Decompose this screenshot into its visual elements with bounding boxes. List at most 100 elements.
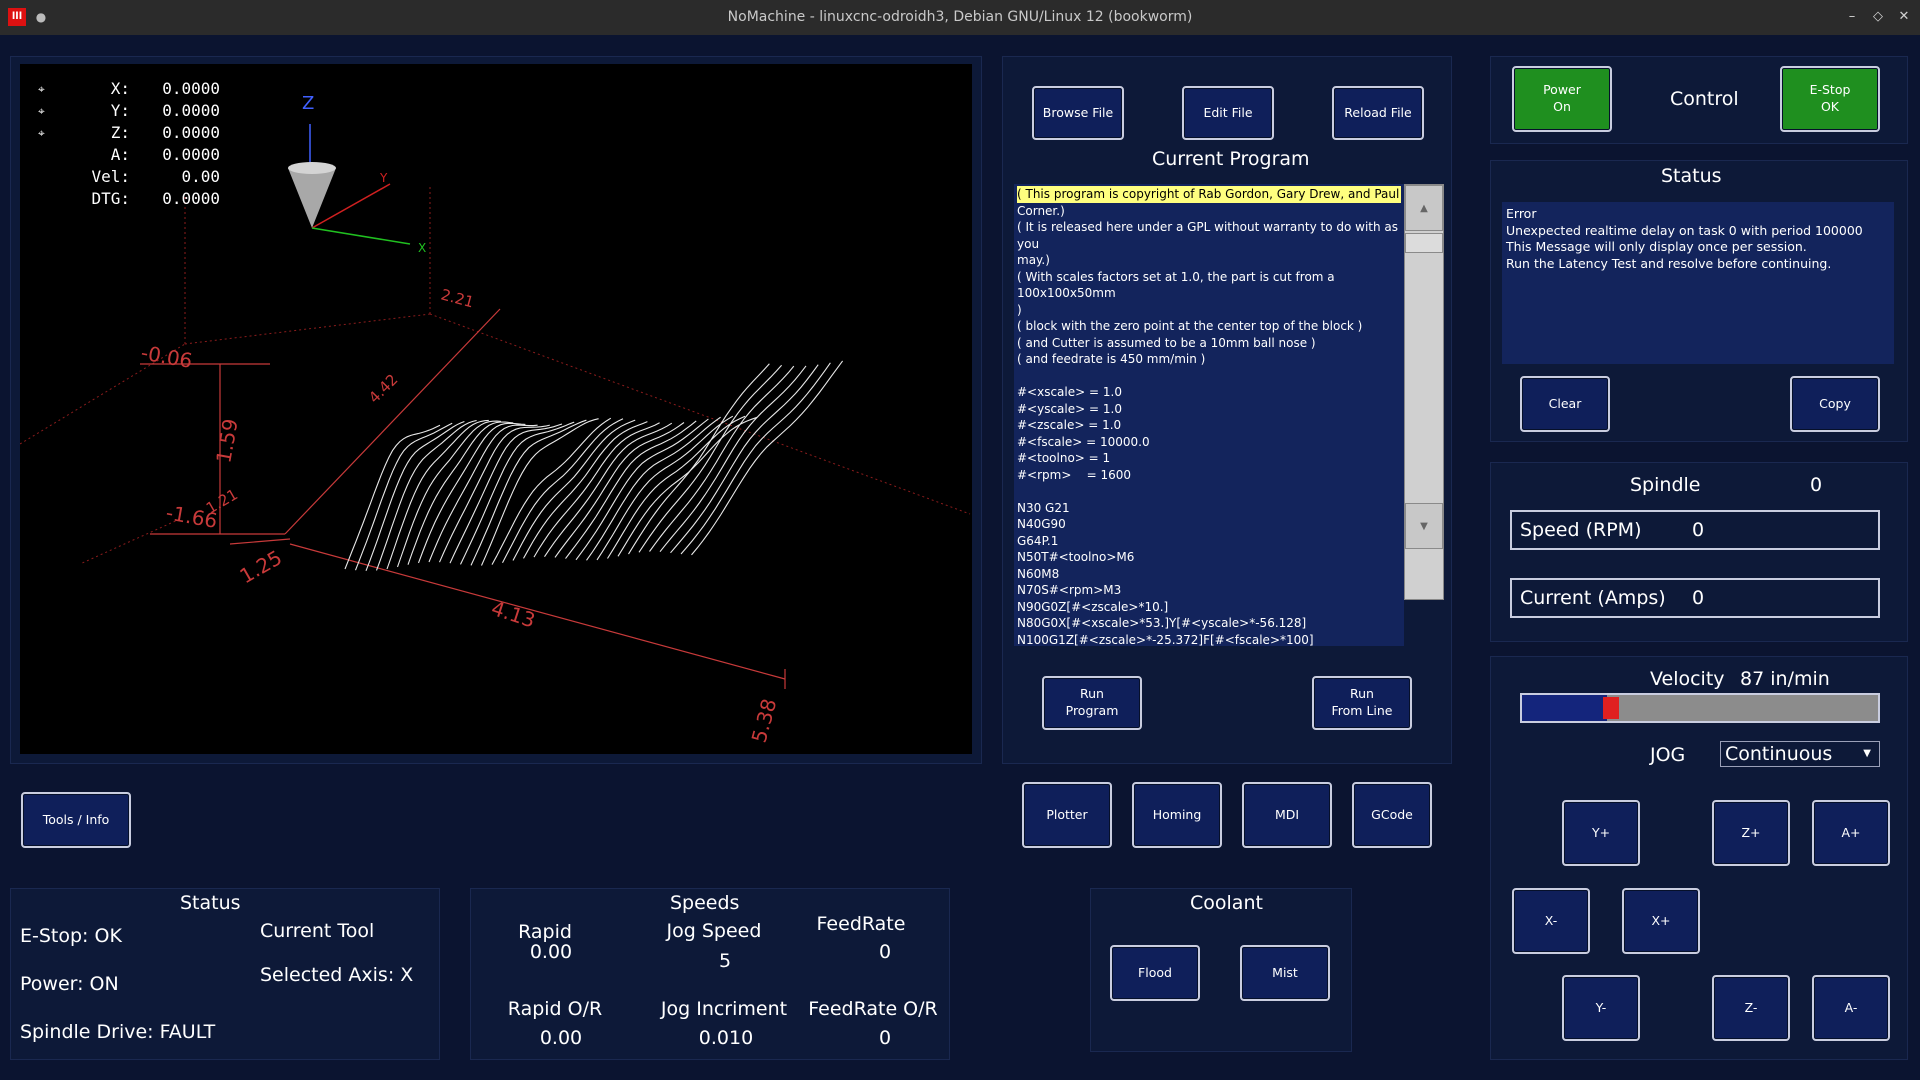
dro-row: DTG: 0.0000: [38, 188, 220, 210]
gcode-line[interactable]: #<toolno> = 1: [1017, 450, 1401, 467]
edit-file-button[interactable]: Edit File: [1182, 86, 1274, 140]
feedrate-label: FeedRate: [816, 913, 906, 935]
current-tool-label: Current Tool: [260, 920, 375, 942]
power-on-button[interactable]: Power On: [1512, 66, 1612, 132]
spindle-speed-field: Speed (RPM) 0: [1510, 510, 1880, 550]
gcode-scrollbar[interactable]: ▲ ▼: [1404, 184, 1444, 600]
velocity-slider[interactable]: [1520, 693, 1880, 723]
gcode-line[interactable]: ): [1017, 302, 1401, 319]
gcode-line[interactable]: G64P.1: [1017, 533, 1401, 550]
dim-label: -0.06: [139, 340, 194, 373]
copy-button[interactable]: Copy: [1790, 376, 1880, 432]
gcode-line[interactable]: ( block with the zero point at the cente…: [1017, 318, 1401, 335]
dro-row: A: 0.0000: [38, 144, 220, 166]
gcode-line[interactable]: ( and Cutter is assumed to be a 10mm bal…: [1017, 335, 1401, 352]
rapid-or-value: 0.00: [539, 1027, 583, 1049]
gcode-line[interactable]: N50T#<toolno>M6: [1017, 549, 1401, 566]
gcode-line[interactable]: [1017, 483, 1401, 500]
window-title: NoMachine - linuxcnc-odroidh3, Debian GN…: [727, 9, 1193, 25]
gcode-line[interactable]: N60M8: [1017, 566, 1401, 583]
dro-axis-label: X:: [110, 79, 130, 98]
clear-button[interactable]: Clear: [1520, 376, 1610, 432]
scroll-down-icon[interactable]: ▼: [1405, 503, 1443, 549]
maximize-icon[interactable]: ◇: [1868, 7, 1888, 27]
spindle-title: Spindle: [1630, 474, 1701, 496]
jog-zminus-button[interactable]: Z-: [1712, 975, 1790, 1041]
scroll-thumb[interactable]: [1405, 233, 1443, 253]
gcode-line[interactable]: ( This program is copyright of Rab Gordo…: [1017, 186, 1401, 203]
dro-axis-label: Vel:: [91, 167, 130, 186]
browse-file-button[interactable]: Browse File: [1032, 86, 1124, 140]
estop-ok-button[interactable]: E-Stop OK: [1780, 66, 1880, 132]
toolpath-pass: [502, 418, 624, 563]
gcode-line[interactable]: may.): [1017, 252, 1401, 269]
power-status: Power: ON: [20, 973, 119, 995]
flood-button[interactable]: Flood: [1110, 945, 1200, 1001]
gcode-line[interactable]: [1017, 368, 1401, 385]
minimize-icon[interactable]: –: [1842, 7, 1862, 27]
tab-mdi[interactable]: MDI: [1242, 782, 1332, 848]
gcode-line[interactable]: N90G0Z[#<zscale>*10.]: [1017, 599, 1401, 616]
tab-gcode[interactable]: GCode: [1352, 782, 1432, 848]
dim-label: 2.21: [439, 285, 476, 311]
toolpath-pass: [386, 419, 489, 570]
dro-row: ⌖ Z: 0.0000: [38, 122, 220, 144]
tools-info-button[interactable]: Tools / Info: [21, 792, 131, 848]
scroll-up-icon[interactable]: ▲: [1405, 185, 1443, 231]
gcode-line[interactable]: #<rpm> = 1600: [1017, 467, 1401, 484]
dro-axis-value: 0.0000: [162, 101, 220, 120]
jog-xplus-button[interactable]: X+: [1622, 888, 1700, 954]
dro-axis-value: 0.0000: [162, 79, 220, 98]
jog-increment-value: 0.010: [698, 1027, 754, 1049]
toolpath-pass: [680, 362, 831, 555]
velocity-slider-handle[interactable]: [1603, 697, 1620, 719]
reload-file-button[interactable]: Reload File: [1332, 86, 1424, 140]
close-icon[interactable]: ✕: [1894, 7, 1914, 27]
dro-axis-value: 0.0000: [162, 189, 220, 208]
gcode-line[interactable]: #<yscale> = 1.0: [1017, 401, 1401, 418]
gcode-line[interactable]: ( With scales factors set at 1.0, the pa…: [1017, 269, 1401, 302]
dro-row: ⌖ Y: 0.0000: [38, 100, 220, 122]
jog-xminus-button[interactable]: X-: [1512, 888, 1590, 954]
gcode-line[interactable]: ( and feedrate is 450 mm/min ): [1017, 351, 1401, 368]
gcode-line[interactable]: Corner.): [1017, 203, 1401, 220]
plot-dimension-labels: -0.06 1.59 -1.66 1.25 4.13 5.38 2.21 4.4…: [139, 285, 781, 745]
gcode-line[interactable]: #<xscale> = 1.0: [1017, 384, 1401, 401]
jog-yminus-button[interactable]: Y-: [1562, 975, 1640, 1041]
jog-speed-label: Jog Speed: [666, 920, 762, 942]
tab-homing[interactable]: Homing: [1132, 782, 1222, 848]
jog-yplus-button[interactable]: Y+: [1562, 800, 1640, 866]
gcode-line[interactable]: N40G90: [1017, 516, 1401, 533]
home-indicator-icon: ⌖: [38, 104, 45, 118]
gcode-line[interactable]: N100G1Z[#<zscale>*-25.372]F[#<fscale>*10…: [1017, 632, 1401, 647]
run-program-button[interactable]: Run Program: [1042, 676, 1142, 730]
jog-aplus-button[interactable]: A+: [1812, 800, 1890, 866]
gcode-line[interactable]: N80G0X[#<xscale>*53.]Y[#<yscale>*-56.128…: [1017, 615, 1401, 632]
rapid-label: Rapid: [518, 921, 572, 943]
run-from-line-button[interactable]: Run From Line: [1312, 676, 1412, 730]
jog-speed-value: 5: [718, 950, 732, 972]
jog-zplus-button[interactable]: Z+: [1712, 800, 1790, 866]
feedrate-value: 0: [878, 941, 892, 963]
chevron-down-icon: ▼: [1863, 748, 1871, 759]
dro-axis-label: A:: [110, 145, 130, 164]
dro-axis-label: Z:: [110, 123, 130, 142]
tab-plotter[interactable]: Plotter: [1022, 782, 1112, 848]
feedrate-or-value: 0: [878, 1027, 892, 1049]
jog-aminus-button[interactable]: A-: [1812, 975, 1890, 1041]
estop-status: E-Stop: OK: [20, 925, 122, 947]
gcode-listing[interactable]: ( This program is copyright of Rab Gordo…: [1014, 184, 1404, 646]
toolpath-viewport[interactable]: -0.06 1.59 -1.66 1.25 4.13 5.38 2.21 4.4…: [20, 64, 972, 754]
home-indicator-icon: [38, 144, 60, 166]
current-value: 0: [1692, 587, 1705, 609]
toolpath-pass: [365, 420, 465, 571]
gcode-line[interactable]: N30 G21: [1017, 500, 1401, 517]
gcode-line[interactable]: ( It is released here under a GPL withou…: [1017, 219, 1401, 252]
gcode-line[interactable]: #<fscale> = 10000.0: [1017, 434, 1401, 451]
jog-mode-select[interactable]: Continuous ▼: [1720, 741, 1880, 767]
gcode-line[interactable]: #<zscale> = 1.0: [1017, 417, 1401, 434]
status-message: Error Unexpected realtime delay on task …: [1502, 202, 1894, 364]
mist-button[interactable]: Mist: [1240, 945, 1330, 1001]
gcode-line[interactable]: N70S#<rpm>M3: [1017, 582, 1401, 599]
current-program-title: Current Program: [1152, 148, 1310, 170]
